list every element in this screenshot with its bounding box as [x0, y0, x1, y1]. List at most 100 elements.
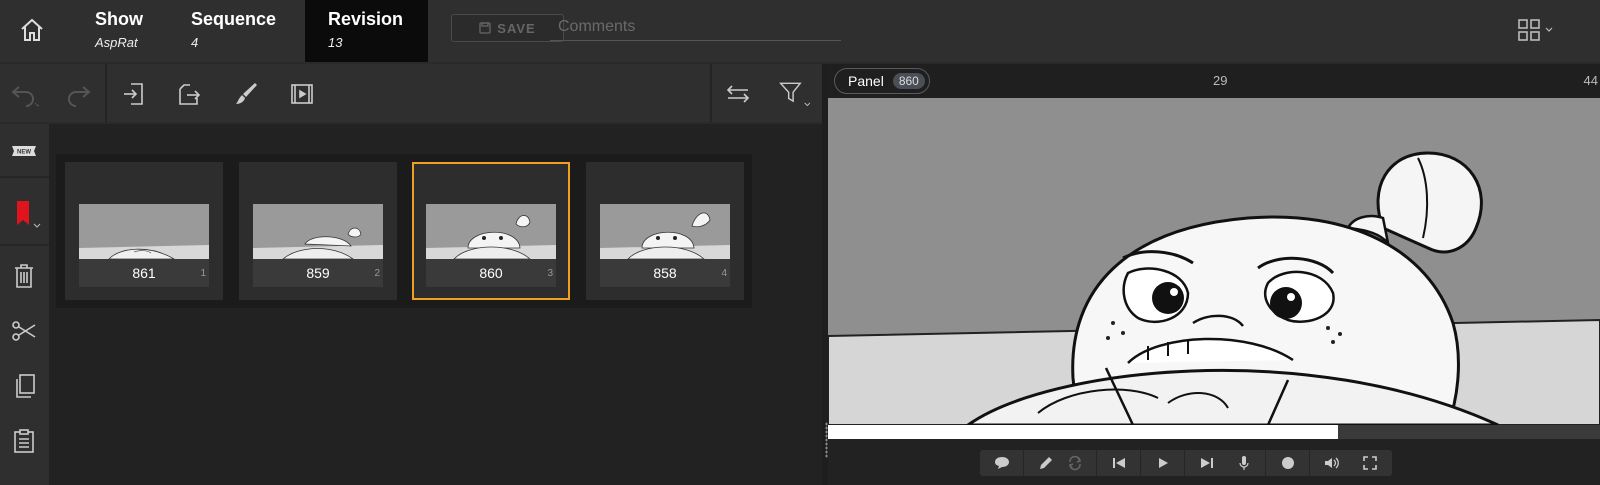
loop-button[interactable] [1053, 450, 1097, 476]
swap-button[interactable] [722, 78, 754, 110]
cut-button[interactable] [5, 314, 43, 348]
layout-menu-button[interactable] [1517, 16, 1559, 44]
home-button[interactable] [14, 12, 50, 48]
panel-card-selected[interactable]: 860 3 [412, 162, 570, 300]
breadcrumb-revision-value: 13 [328, 35, 343, 50]
panel-index: 2 [374, 268, 380, 279]
playback-group [1053, 450, 1229, 476]
panel-thumbnail [600, 204, 730, 259]
filter-icon [779, 82, 810, 107]
frame-marker-end: 44 [1583, 73, 1598, 88]
clipboard-icon [14, 429, 34, 453]
breadcrumb-revision[interactable]: Revision 13 [305, 0, 428, 62]
frame-marker-mid: 29 [1213, 73, 1228, 88]
play-icon [1158, 458, 1168, 468]
breadcrumb-sequence-label: Sequence [191, 9, 277, 29]
record-button[interactable] [1266, 450, 1310, 476]
pencil-icon [1040, 457, 1052, 469]
viewer-header: Panel 860 29 44 [828, 64, 1600, 98]
timeline-scrubber[interactable] [828, 425, 1600, 439]
main-toolbar [0, 64, 822, 122]
undo-icon [11, 86, 39, 107]
sidebar-divider [0, 176, 49, 178]
new-panel-button[interactable]: NEW [5, 134, 43, 168]
toolbar-divider [105, 64, 107, 122]
audio-group [1222, 450, 1354, 476]
mic-icon [1238, 456, 1249, 470]
copy-button[interactable] [5, 369, 43, 403]
play-button[interactable] [1141, 450, 1185, 476]
toolbar-divider [710, 64, 712, 122]
panel-number: 858 [653, 265, 677, 281]
delete-button[interactable] [5, 259, 43, 293]
undo-button[interactable] [8, 78, 40, 110]
panel-card-footer: 860 3 [426, 259, 556, 287]
loop-icon [1068, 455, 1081, 471]
animatic-button[interactable] [286, 78, 318, 110]
panel-number: 860 [479, 265, 503, 281]
top-bar: Show AspRat Sequence 4 Revision 13 SAVE [0, 0, 1600, 62]
skip-forward-icon [1201, 458, 1213, 468]
fullscreen-button[interactable] [1348, 450, 1392, 476]
brush-button[interactable] [230, 78, 262, 110]
trash-icon [15, 264, 33, 288]
skip-back-icon [1112, 458, 1125, 468]
panel-card[interactable]: 859 2 [239, 162, 397, 300]
record-icon [1281, 457, 1294, 469]
new-badge-text: NEW [17, 150, 31, 156]
comment-button[interactable] [980, 450, 1024, 476]
panel-indicator[interactable]: Panel 860 [834, 68, 930, 94]
panel-card-footer: 861 1 [79, 259, 209, 287]
previous-panel-button[interactable] [1097, 450, 1141, 476]
import-button[interactable] [118, 78, 150, 110]
view-group [1348, 450, 1392, 476]
panel-thumbnail [79, 204, 209, 259]
panel-index: 1 [200, 268, 206, 279]
redo-icon [68, 86, 91, 107]
panel-number: 861 [132, 265, 156, 281]
panel-card[interactable]: 861 1 [65, 162, 223, 300]
filmstrip-icon [291, 84, 313, 104]
panel-thumbnail [426, 204, 556, 259]
breadcrumb-show[interactable]: Show AspRat [95, 0, 185, 62]
sidebar-divider [0, 244, 49, 246]
scissors-icon [12, 321, 36, 341]
microphone-button[interactable] [1222, 450, 1266, 476]
home-icon [21, 18, 43, 41]
brush-icon [236, 83, 257, 104]
fullscreen-icon [1363, 456, 1377, 470]
redo-button[interactable] [62, 78, 94, 110]
comment-icon [994, 457, 1009, 469]
panel-card-footer: 859 2 [253, 259, 383, 287]
panel-card[interactable]: 858 4 [586, 162, 744, 300]
filter-button[interactable] [778, 78, 810, 110]
panel-label: Panel [848, 73, 884, 89]
breadcrumb-revision-label: Revision [328, 9, 404, 29]
panel-viewer[interactable] [828, 98, 1600, 425]
save-button-label: SAVE [497, 20, 536, 36]
panel-browser: 861 1 859 2 860 3 858 4 [49, 124, 822, 485]
grid-layout-icon [1518, 19, 1540, 41]
panel-thumbnail [253, 204, 383, 259]
copy-icon [16, 374, 35, 398]
save-icon [479, 22, 491, 34]
save-button[interactable]: SAVE [451, 14, 564, 42]
swap-icon [726, 85, 750, 103]
new-badge-icon: NEW [12, 146, 36, 156]
panel-number: 859 [306, 265, 330, 281]
export-icon [179, 84, 201, 105]
export-button[interactable] [174, 78, 206, 110]
paste-button[interactable] [5, 424, 43, 458]
panel-card-footer: 858 4 [600, 259, 730, 287]
left-sidebar: NEW [0, 124, 49, 485]
chevron-down-icon [1545, 27, 1553, 32]
transport-bar [828, 439, 1600, 485]
breadcrumb-show-label: Show [95, 9, 143, 29]
breadcrumb-show-value: AspRat [95, 35, 138, 50]
breadcrumb-sequence[interactable]: Sequence 4 [191, 0, 301, 62]
storyboard-drawing [828, 98, 1600, 425]
import-icon [124, 83, 143, 105]
breadcrumb-sequence-value: 4 [191, 35, 199, 50]
comments-input[interactable] [550, 14, 841, 41]
bookmark-button[interactable] [5, 198, 43, 232]
